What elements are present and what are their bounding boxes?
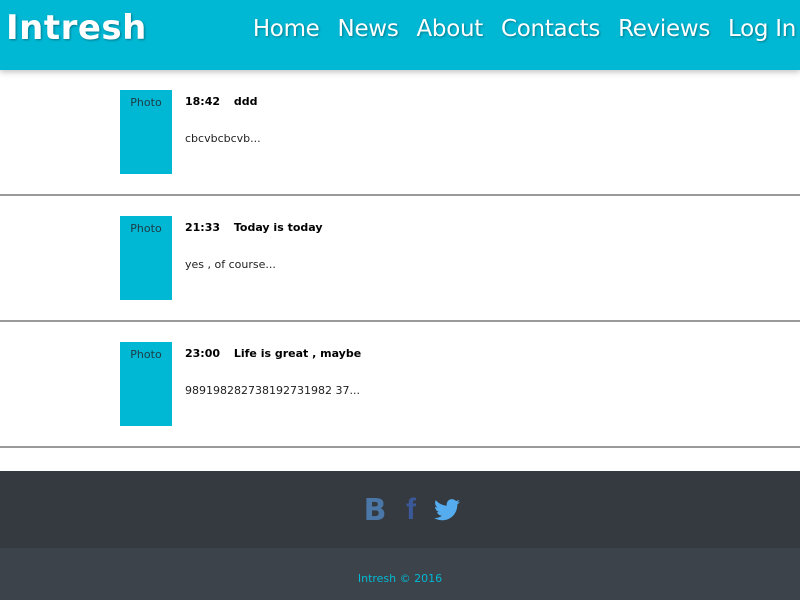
post-time: 18:42 <box>185 95 221 108</box>
post-list: Photo 18:42 ddd cbcvbcbcvb... Photo 21:3… <box>0 70 800 448</box>
twitter-bird-svg <box>434 499 460 521</box>
post-item[interactable]: Photo 18:42 ddd cbcvbcbcvb... <box>0 70 800 196</box>
vk-glyph: B <box>363 492 387 528</box>
post-time: 23:00 <box>185 347 221 360</box>
vk-icon[interactable]: B <box>360 491 390 529</box>
post-photo: Photo <box>120 90 172 174</box>
post-item[interactable]: Photo 21:33 Today is today yes , of cour… <box>0 196 800 322</box>
nav-about[interactable]: About <box>417 16 484 42</box>
post-photo: Photo <box>120 216 172 300</box>
post-title[interactable]: Life is great , maybe <box>234 347 361 360</box>
site-header: Intresh Home News About Contacts Reviews… <box>0 0 800 70</box>
copyright-text: Intresh © 2016 <box>357 572 443 585</box>
social-links: B f <box>360 491 462 529</box>
post-excerpt: yes , of course... <box>185 258 276 271</box>
main-nav: Home News About Contacts Reviews Log In <box>253 16 796 42</box>
brand-logo[interactable]: Intresh <box>6 8 147 48</box>
nav-home[interactable]: Home <box>253 16 320 42</box>
post-excerpt: 989198282738192731982 37... <box>185 384 360 397</box>
post-header: 18:42 ddd <box>185 95 257 108</box>
nav-contacts[interactable]: Contacts <box>501 16 600 42</box>
post-time: 21:33 <box>185 221 221 234</box>
facebook-icon[interactable]: f <box>396 491 426 529</box>
post-photo: Photo <box>120 342 172 426</box>
footer-social-bar: B f <box>0 471 800 548</box>
post-header: 23:00 Life is great , maybe <box>185 347 361 360</box>
facebook-glyph: f <box>406 493 416 526</box>
twitter-icon[interactable] <box>432 491 462 529</box>
footer-bottom: Intresh © 2016 <box>0 548 800 600</box>
post-excerpt: cbcvbcbcvb... <box>185 132 261 145</box>
nav-reviews[interactable]: Reviews <box>618 16 710 42</box>
nav-login[interactable]: Log In <box>728 16 796 42</box>
post-title[interactable]: Today is today <box>234 221 323 234</box>
post-title[interactable]: ddd <box>234 95 258 108</box>
nav-news[interactable]: News <box>338 16 399 42</box>
post-header: 21:33 Today is today <box>185 221 323 234</box>
post-item[interactable]: Photo 23:00 Life is great , maybe 989198… <box>0 322 800 448</box>
